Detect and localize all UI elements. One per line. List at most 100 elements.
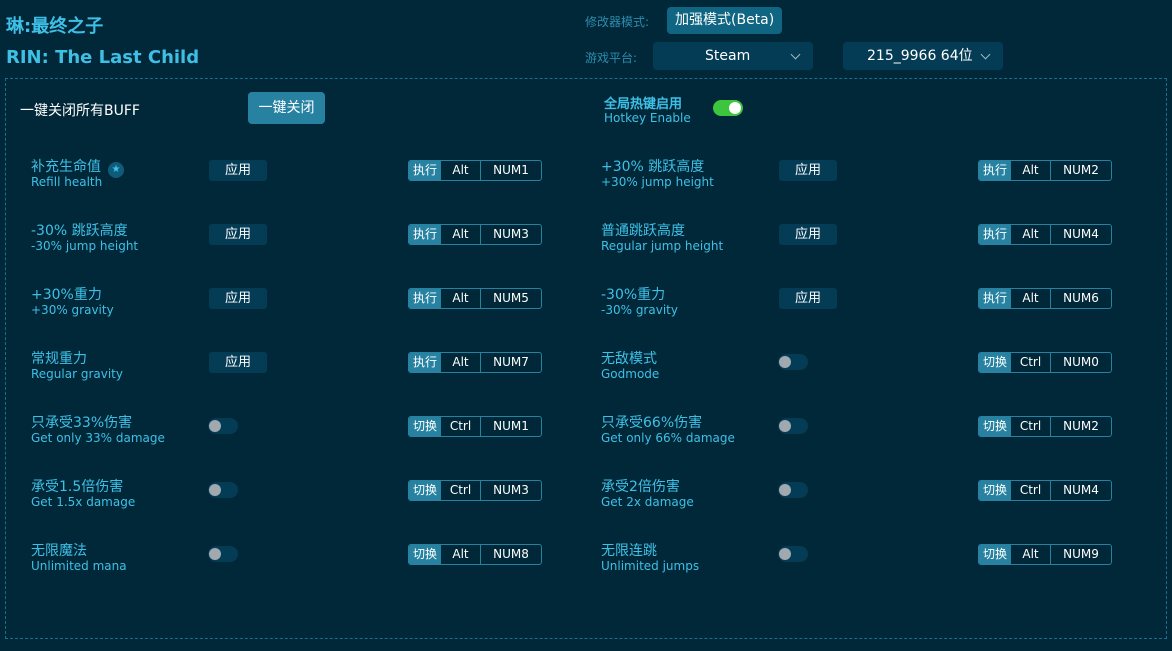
hotkey-action: 切换	[979, 545, 1012, 564]
hotkey-key[interactable]: NUM2	[1051, 161, 1111, 180]
hotkey-modifier[interactable]: Ctrl	[441, 481, 482, 500]
apply-button[interactable]: 应用	[209, 160, 267, 181]
hotkey-key[interactable]: NUM7	[481, 353, 541, 372]
hotkey-binding[interactable]: 执行 Alt NUM7	[408, 352, 543, 373]
hotkey-binding[interactable]: 执行 Alt NUM3	[408, 224, 543, 245]
hotkey-key[interactable]: NUM1	[481, 417, 541, 436]
cheat-row: 只承受33%伤害 Get only 33% damage 切换 Ctrl NUM1	[31, 412, 551, 452]
hotkey-binding[interactable]: 执行 Alt NUM4	[978, 224, 1113, 245]
hotkey-binding[interactable]: 切换 Ctrl NUM3	[408, 480, 543, 501]
cheat-row: 无限魔法 Unlimited mana 切换 Alt NUM8	[31, 540, 551, 580]
hotkey-binding[interactable]: 执行 Alt NUM5	[408, 288, 543, 309]
apply-button[interactable]: 应用	[209, 288, 267, 309]
hotkey-key[interactable]: NUM6	[1051, 289, 1111, 308]
hotkey-key[interactable]: NUM9	[1051, 545, 1111, 564]
platform-select[interactable]: Steam	[653, 42, 813, 70]
hotkey-modifier[interactable]: Alt	[1011, 545, 1052, 564]
apply-button[interactable]: 应用	[779, 288, 837, 309]
cheat-name-en: Get 1.5x damage	[31, 495, 136, 509]
apply-button[interactable]: 应用	[779, 224, 837, 245]
cheat-name-en: Unlimited jumps	[601, 559, 700, 573]
hotkey-key[interactable]: NUM5	[481, 289, 541, 308]
cheat-name-en: Unlimited mana	[31, 559, 127, 573]
hotkey-key[interactable]: NUM0	[1051, 353, 1111, 372]
hotkey-action: 切换	[409, 545, 442, 564]
hotkey-enable-label-en: Hotkey Enable	[604, 111, 691, 125]
hotkey-key[interactable]: NUM3	[481, 225, 541, 244]
cheat-toggle[interactable]	[208, 418, 238, 434]
hotkey-modifier[interactable]: Ctrl	[1011, 481, 1052, 500]
cheat-toggle[interactable]	[778, 482, 808, 498]
cheat-name-cn: 承受2倍伤害	[601, 479, 680, 495]
cheat-row: +30%重力 +30% gravity 应用 执行 Alt NUM5	[31, 284, 551, 324]
apply-button[interactable]: 应用	[779, 160, 837, 181]
mode-label: 修改器模式:	[585, 15, 650, 29]
cheat-name-cn: -30%重力	[601, 287, 666, 303]
hotkey-binding[interactable]: 切换 Ctrl NUM1	[408, 416, 543, 437]
cheat-row: 补充生命值 Refill health ★ 应用 执行 Alt NUM1	[31, 156, 551, 196]
cheat-toggle[interactable]	[778, 546, 808, 562]
hotkey-binding[interactable]: 执行 Alt NUM2	[978, 160, 1113, 181]
hotkey-binding[interactable]: 切换 Alt NUM8	[408, 544, 543, 565]
platform-value: Steam	[705, 48, 751, 64]
hotkey-binding[interactable]: 切换 Alt NUM9	[978, 544, 1113, 565]
hotkey-action: 执行	[979, 225, 1012, 244]
hotkey-binding[interactable]: 切换 Ctrl NUM4	[978, 480, 1113, 501]
game-title-en: RIN: The Last Child	[6, 47, 200, 68]
close-all-button[interactable]: 一键关闭	[248, 92, 325, 124]
cheat-name-en: +30% gravity	[31, 303, 114, 317]
cheat-name-en: Get 2x damage	[601, 495, 694, 509]
hotkey-enable-label-cn: 全局热键启用	[604, 97, 683, 112]
version-select[interactable]: 215_9966 64位	[843, 42, 1003, 70]
hotkey-key[interactable]: NUM1	[481, 161, 541, 180]
hotkey-modifier[interactable]: Alt	[441, 225, 482, 244]
cheat-name-cn: 普通跳跃高度	[601, 223, 685, 239]
cheat-name-cn: 常规重力	[31, 351, 87, 367]
cheat-name-cn: -30% 跳跃高度	[31, 223, 128, 239]
hotkey-modifier[interactable]: Ctrl	[1011, 417, 1052, 436]
hotkey-modifier[interactable]: Alt	[1011, 161, 1052, 180]
hotkey-modifier[interactable]: Alt	[441, 161, 482, 180]
toggle-knob	[209, 484, 221, 496]
hotkey-key[interactable]: NUM4	[1051, 481, 1111, 500]
hotkey-key[interactable]: NUM3	[481, 481, 541, 500]
hotkey-modifier[interactable]: Alt	[1011, 225, 1052, 244]
cheat-row: 承受1.5倍伤害 Get 1.5x damage 切换 Ctrl NUM3	[31, 476, 551, 516]
apply-button[interactable]: 应用	[209, 352, 267, 373]
hotkey-binding[interactable]: 执行 Alt NUM6	[978, 288, 1113, 309]
cheat-name-cn: +30% 跳跃高度	[601, 159, 705, 175]
cheat-name-en: Regular jump height	[601, 239, 724, 253]
hotkey-key[interactable]: NUM4	[1051, 225, 1111, 244]
hotkey-binding[interactable]: 切换 Ctrl NUM2	[978, 416, 1113, 437]
hotkey-modifier[interactable]: Alt	[441, 545, 482, 564]
cheat-name-cn: 承受1.5倍伤害	[31, 479, 124, 495]
hotkey-key[interactable]: NUM8	[481, 545, 541, 564]
cheat-toggle[interactable]	[778, 354, 808, 370]
cheat-toggle[interactable]	[208, 482, 238, 498]
cheat-toggle[interactable]	[208, 546, 238, 562]
cheat-row: -30%重力 -30% gravity 应用 执行 Alt NUM6	[601, 284, 1121, 324]
cheat-name-cn: +30%重力	[31, 287, 102, 303]
apply-button[interactable]: 应用	[209, 224, 267, 245]
mode-button[interactable]: 加强模式(Beta)	[667, 7, 783, 34]
chevron-down-icon	[790, 49, 801, 60]
hotkey-modifier[interactable]: Alt	[441, 353, 482, 372]
hotkey-modifier[interactable]: Alt	[441, 289, 482, 308]
hotkey-enable-toggle[interactable]	[713, 100, 743, 116]
hotkey-modifier[interactable]: Ctrl	[441, 417, 482, 436]
cheat-row: 无限连跳 Unlimited jumps 切换 Alt NUM9	[601, 540, 1121, 580]
cheat-row: -30% 跳跃高度 -30% jump height 应用 执行 Alt NUM3	[31, 220, 551, 260]
star-icon[interactable]: ★	[108, 162, 124, 178]
hotkey-binding[interactable]: 切换 Ctrl NUM0	[978, 352, 1113, 373]
hotkey-modifier[interactable]: Alt	[1011, 289, 1052, 308]
hotkey-action: 执行	[979, 161, 1012, 180]
hotkey-action: 切换	[409, 481, 442, 500]
cheat-toggle[interactable]	[778, 418, 808, 434]
toggle-knob	[729, 102, 741, 114]
cheat-name-cn: 无敌模式	[601, 351, 657, 367]
hotkey-key[interactable]: NUM2	[1051, 417, 1111, 436]
cheat-row: +30% 跳跃高度 +30% jump height 应用 执行 Alt NUM2	[601, 156, 1121, 196]
hotkey-modifier[interactable]: Ctrl	[1011, 353, 1052, 372]
cheat-name-cn: 只承受33%伤害	[31, 415, 133, 431]
hotkey-binding[interactable]: 执行 Alt NUM1	[408, 160, 543, 181]
